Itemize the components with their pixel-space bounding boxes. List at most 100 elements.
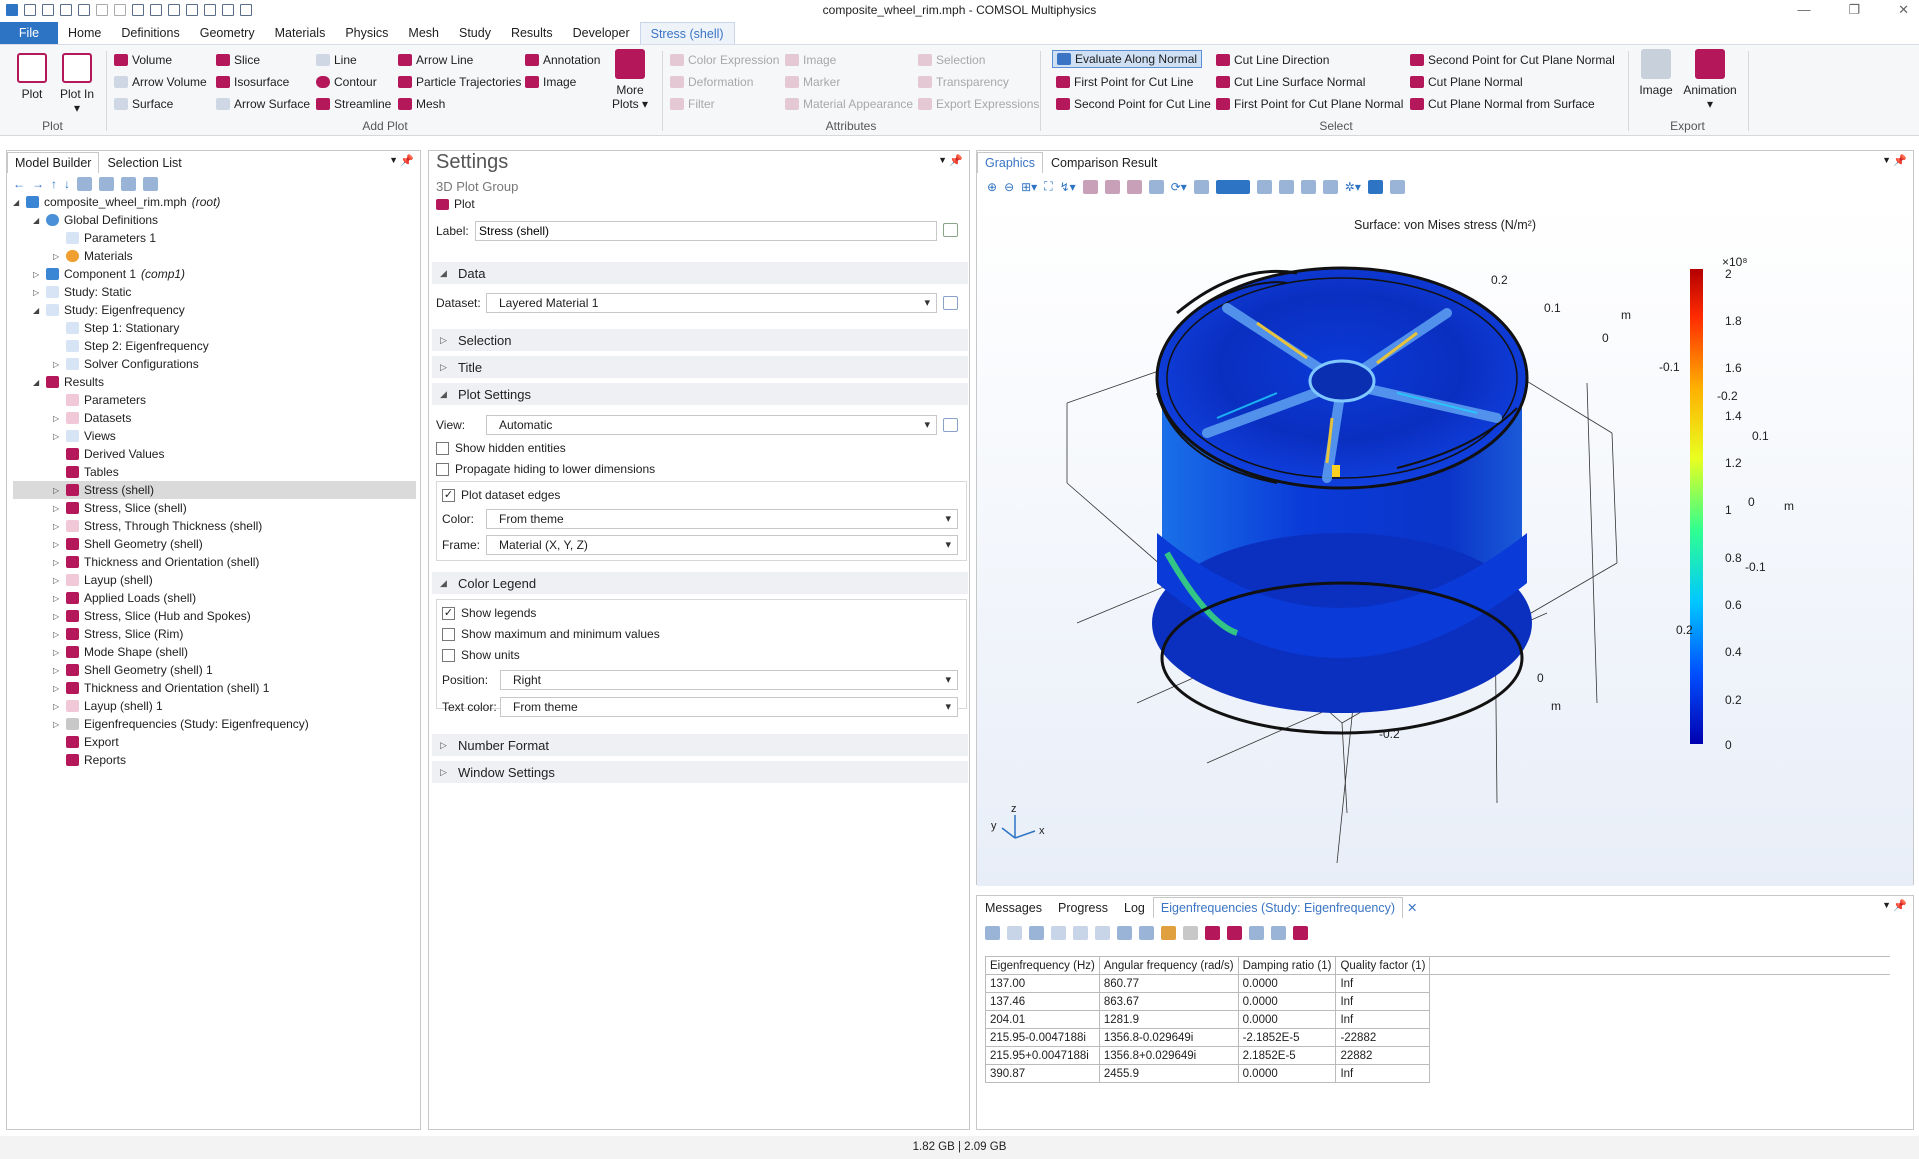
tab-log[interactable]: Log <box>1116 897 1153 918</box>
section-title[interactable]: ▷ Title <box>432 356 968 378</box>
delete-table-icon[interactable] <box>1183 926 1198 940</box>
legend-position-select[interactable]: Right <box>500 670 958 690</box>
view-xy-icon[interactable] <box>1082 179 1098 194</box>
grid-icon[interactable] <box>1300 179 1316 194</box>
show-max-min-checkbox[interactable]: Show maximum and minimum values <box>442 625 660 643</box>
copy-icon[interactable] <box>132 4 144 16</box>
tab-file[interactable]: File <box>0 22 58 44</box>
tab-progress[interactable]: Progress <box>1050 897 1116 918</box>
zoom-out-icon[interactable]: ⊖ <box>1004 180 1014 194</box>
tree-node-export[interactable]: Export <box>53 733 119 751</box>
tab-model-builder[interactable]: Model Builder <box>7 152 100 173</box>
forward-icon[interactable]: → <box>32 177 44 191</box>
more-table-options-icon[interactable] <box>1293 926 1308 940</box>
table-graph-icon[interactable] <box>1117 926 1132 940</box>
column-header[interactable]: Eigenfrequency (Hz) <box>985 956 1100 975</box>
tree-node-derived-values[interactable]: Derived Values <box>53 445 164 463</box>
full-precision-icon[interactable] <box>1029 926 1044 940</box>
undo-icon[interactable] <box>96 4 108 16</box>
export-table-icon[interactable] <box>1271 926 1286 940</box>
tree-node-eigenfrequencies-table[interactable]: ▷ Eigenfrequencies (Study: Eigenfrequency… <box>53 715 309 733</box>
automatic-notation-icon[interactable] <box>1051 926 1066 940</box>
tree-node-tables[interactable]: Tables <box>53 463 119 481</box>
tree-node-step-2[interactable]: Step 2: Eigenfrequency <box>53 337 209 355</box>
save-as-icon[interactable] <box>78 4 90 16</box>
table-row[interactable]: 137.46 863.67 0.0000 Inf <box>985 992 1890 1011</box>
wireframe-icon[interactable] <box>1278 179 1294 194</box>
duplicate-icon[interactable] <box>168 4 180 16</box>
section-color-legend[interactable]: ◢ Color Legend <box>432 572 968 594</box>
save-icon[interactable] <box>60 4 72 16</box>
tab-definitions[interactable]: Definitions <box>111 22 189 44</box>
show-legends-checkbox[interactable]: ✓ Show legends <box>442 604 536 622</box>
print-icon[interactable] <box>1389 179 1405 194</box>
table-row[interactable]: 390.87 2455.9 0.0000 Inf <box>985 1064 1890 1083</box>
tree-node-parameters-1[interactable]: Parameters 1 <box>53 229 156 247</box>
orbit-icon[interactable]: ↯▾ <box>1060 180 1076 194</box>
zoom-box-icon[interactable]: ⊞▾ <box>1021 180 1037 194</box>
paste-icon[interactable] <box>150 4 162 16</box>
open-icon[interactable] <box>42 4 54 16</box>
zoom-in-icon[interactable]: ⊕ <box>987 180 997 194</box>
frame-select[interactable]: Material (X, Y, Z) <box>486 535 958 555</box>
view-select[interactable]: Automatic <box>486 415 937 435</box>
transparency-toggle-icon[interactable] <box>1256 179 1272 194</box>
minimize-icon[interactable]: — <box>1797 2 1810 18</box>
panel-menu-icon[interactable]: ▼ <box>1882 155 1891 165</box>
tree-node-stress-slice-rim[interactable]: ▷ Stress, Slice (Rim) <box>53 625 183 643</box>
copy-table-icon[interactable] <box>1249 926 1264 940</box>
label-edit-icon[interactable] <box>943 223 958 237</box>
zoom-extents-icon[interactable]: ⛶ <box>1044 179 1052 194</box>
view-yz-icon[interactable] <box>1104 179 1120 194</box>
compact-history-icon[interactable] <box>204 4 216 16</box>
show-hidden-checkbox[interactable]: Show hidden entities <box>436 439 566 457</box>
tab-stress-shell[interactable]: Stress (shell) <box>639 22 735 44</box>
tree-node-component-1[interactable]: ▷ Component 1 (comp1) <box>33 265 185 283</box>
tab-eigenfrequencies[interactable]: Eigenfrequencies (Study: Eigenfrequency) <box>1152 897 1404 918</box>
section-window-settings[interactable]: ▷ Window Settings <box>432 761 968 783</box>
redo-icon[interactable] <box>114 4 126 16</box>
tab-mesh[interactable]: Mesh <box>398 22 449 44</box>
pin-icon[interactable]: 📌 <box>1893 899 1907 912</box>
tree-node-materials[interactable]: ▷ Materials <box>53 247 133 265</box>
decimal-notation-icon[interactable] <box>1095 926 1110 940</box>
tree-node-thickness-orientation[interactable]: ▷ Thickness and Orientation (shell) <box>53 553 259 571</box>
tab-materials[interactable]: Materials <box>265 22 336 44</box>
legend-text-color-select[interactable]: From theme <box>500 697 958 717</box>
tree-node-mode-shape[interactable]: ▷ Mode Shape (shell) <box>53 643 188 661</box>
close-tab-icon[interactable]: ✕ <box>1407 900 1417 918</box>
tree-node-stress-shell[interactable]: ▷ Stress (shell) <box>13 481 416 499</box>
selection-mode-icon[interactable] <box>1193 179 1209 194</box>
tree-node-solver-configurations[interactable]: ▷ Solver Configurations <box>53 355 199 373</box>
tree-node-reports[interactable]: Reports <box>53 751 126 769</box>
tree-node-thickness-orientation-1[interactable]: ▷ Thickness and Orientation (shell) 1 <box>53 679 269 697</box>
edge-color-select[interactable]: From theme <box>486 509 958 529</box>
graphics-canvas[interactable]: Surface: von Mises stress (N/m²) ×10⁸ 2 … <box>977 203 1913 886</box>
go-to-source-icon[interactable] <box>943 296 958 310</box>
precision-icon[interactable] <box>1007 926 1022 940</box>
tab-developer[interactable]: Developer <box>563 22 640 44</box>
camera-icon[interactable] <box>1367 179 1383 194</box>
tree-node-stress-slice-hub[interactable]: ▷ Stress, Slice (Hub and Spokes) <box>53 607 251 625</box>
section-number-format[interactable]: ▷ Number Format <box>432 734 968 756</box>
delete-icon[interactable] <box>186 4 198 16</box>
restore-icon[interactable]: ❐ <box>1848 2 1860 18</box>
tree-node-study-static[interactable]: ▷ Study: Static <box>33 283 131 301</box>
show-more-icon[interactable] <box>77 177 92 191</box>
tab-results[interactable]: Results <box>501 22 563 44</box>
tab-comparison-result[interactable]: Comparison Result <box>1043 152 1165 173</box>
table-row[interactable]: 215.95-0.0047188i 1356.8-0.029649i -2.1852… <box>985 1028 1890 1047</box>
tree-node-stress-slice-shell[interactable]: ▷ Stress, Slice (shell) <box>53 499 187 517</box>
tab-graphics[interactable]: Graphics <box>977 152 1044 173</box>
tab-physics[interactable]: Physics <box>335 22 398 44</box>
global-icon[interactable] <box>1139 926 1154 940</box>
collapse-all-icon[interactable] <box>121 177 136 191</box>
compute-icon[interactable] <box>240 4 252 16</box>
tree-node-step-1[interactable]: Step 1: Stationary <box>53 319 179 337</box>
table-surface-icon[interactable] <box>1227 926 1242 940</box>
table-format-icon[interactable] <box>985 926 1000 940</box>
tree-node-results[interactable]: ◢ Results <box>33 373 104 391</box>
section-data[interactable]: ◢ Data <box>432 262 968 284</box>
tree-node-stress-through-thickness[interactable]: ▷ Stress, Through Thickness (shell) <box>53 517 262 535</box>
tree-node-shell-geometry[interactable]: ▷ Shell Geometry (shell) <box>53 535 203 553</box>
